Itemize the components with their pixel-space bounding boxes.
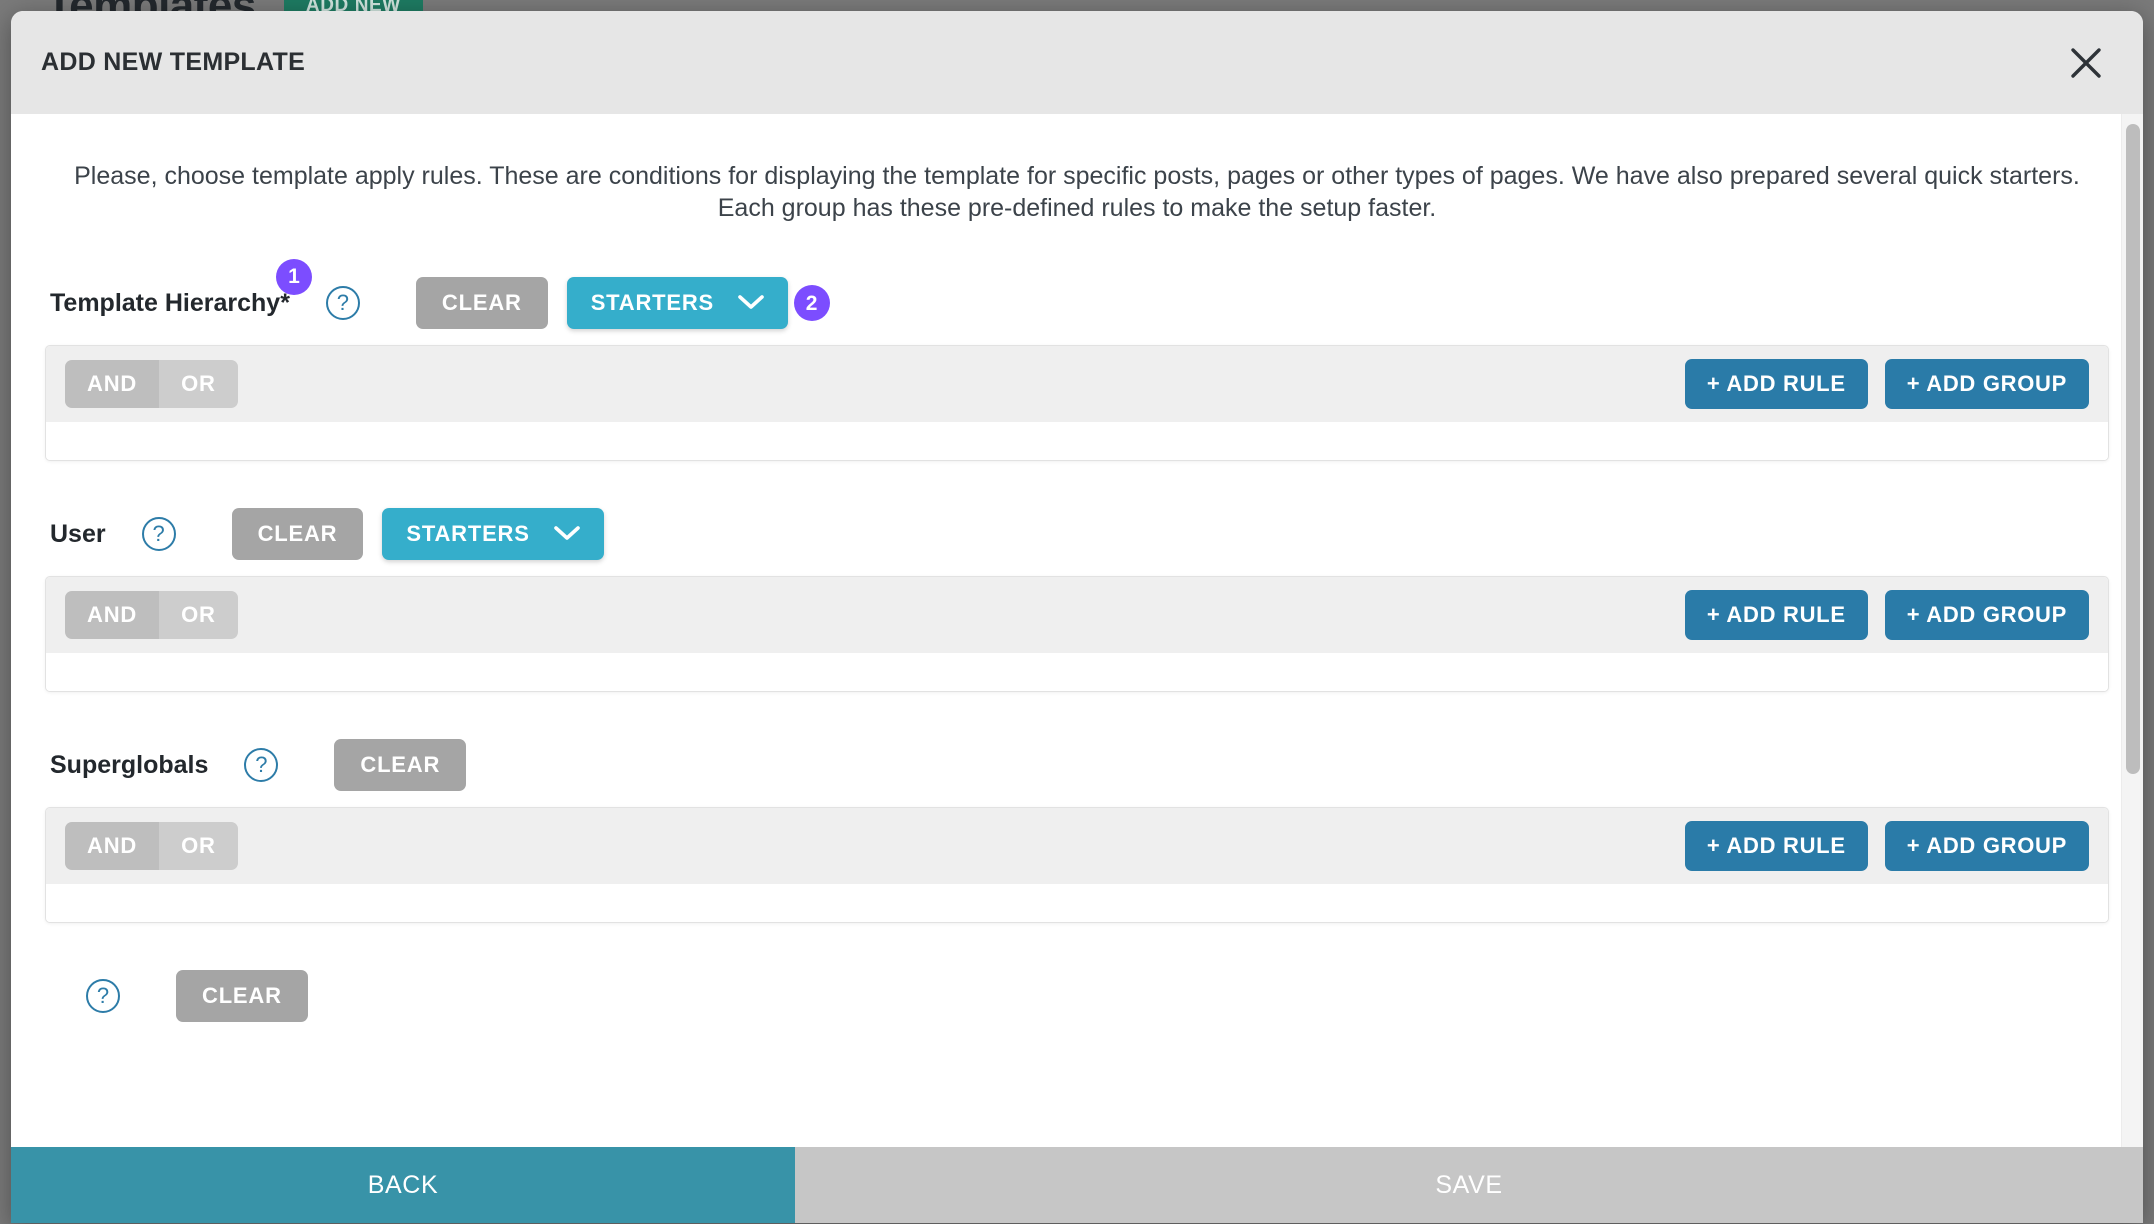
starters-dropdown-button[interactable]: STARTERS	[382, 508, 604, 560]
clear-button[interactable]: CLEAR	[231, 508, 364, 560]
starters-label: STARTERS	[590, 290, 715, 315]
section-label-text: User	[50, 519, 106, 548]
modal-title: ADD NEW TEMPLATE	[41, 48, 306, 76]
operator-or[interactable]: OR	[159, 360, 238, 408]
section-header: ? CLEAR	[45, 967, 2109, 1025]
step-badge-2: 2	[794, 285, 831, 321]
section-header: Template Hierarchy* 1 ? CLEAR STARTERS 2	[45, 258, 2109, 332]
save-button[interactable]: SAVE	[795, 1147, 2143, 1223]
rule-group-body	[46, 422, 2108, 460]
section-template-hierarchy: Template Hierarchy* 1 ? CLEAR STARTERS 2	[45, 258, 2109, 461]
rule-group-header: AND OR + ADD RULE + ADD GROUP	[46, 808, 2108, 884]
starters-label: STARTERS	[406, 521, 530, 546]
rule-group-actions: + ADD RULE + ADD GROUP	[1684, 359, 2089, 409]
clear-button[interactable]: CLEAR	[415, 277, 548, 329]
rule-group-header: AND OR + ADD RULE + ADD GROUP	[46, 346, 2108, 422]
add-group-button[interactable]: + ADD GROUP	[1884, 359, 2089, 409]
section-header: Superglobals ? CLEAR	[45, 736, 2109, 794]
rule-group-header: AND OR + ADD RULE + ADD GROUP	[46, 577, 2108, 653]
rule-group-body	[46, 884, 2108, 922]
step-badge-1: 1	[275, 258, 312, 295]
and-or-toggle[interactable]: AND OR	[65, 822, 238, 870]
operator-or[interactable]: OR	[159, 591, 238, 639]
modal-body: Please, choose template apply rules. The…	[11, 114, 2143, 1147]
modal-header: ADD NEW TEMPLATE	[11, 11, 2143, 114]
section-header: User ? CLEAR STARTERS	[45, 505, 2109, 563]
clear-button[interactable]: CLEAR	[176, 970, 308, 1022]
intro-text: Please, choose template apply rules. The…	[74, 162, 2080, 222]
chevron-down-icon	[738, 290, 764, 316]
operator-and[interactable]: AND	[65, 360, 160, 408]
rule-group: AND OR + ADD RULE + ADD GROUP	[45, 345, 2109, 461]
section-label-text: Template Hierarchy*	[50, 288, 290, 317]
clear-button[interactable]: CLEAR	[334, 739, 467, 791]
help-icon[interactable]: ?	[141, 517, 176, 551]
section-label-superglobals: Superglobals	[50, 751, 208, 780]
section-label-user: User	[50, 520, 106, 549]
rule-group-actions: + ADD RULE + ADD GROUP	[1684, 821, 2089, 871]
section-label-text: Superglobals	[50, 750, 209, 779]
add-rule-button[interactable]: + ADD RULE	[1684, 590, 1868, 640]
add-rule-button[interactable]: + ADD RULE	[1684, 821, 1868, 871]
add-group-button[interactable]: + ADD GROUP	[1884, 821, 2089, 871]
modal-footer: BACK SAVE	[11, 1147, 2143, 1223]
operator-and[interactable]: AND	[65, 822, 160, 870]
operator-or[interactable]: OR	[159, 822, 238, 870]
help-icon[interactable]: ?	[244, 748, 279, 782]
rule-group: AND OR + ADD RULE + ADD GROUP	[45, 576, 2109, 692]
section-partial-next: ? CLEAR	[45, 967, 2109, 1025]
add-group-button[interactable]: + ADD GROUP	[1884, 590, 2089, 640]
vertical-scrollbar[interactable]	[2121, 114, 2143, 1147]
section-user: User ? CLEAR STARTERS AND OR + ADD RULE …	[45, 505, 2109, 692]
close-icon[interactable]	[2059, 36, 2113, 90]
back-button[interactable]: BACK	[11, 1147, 795, 1223]
and-or-toggle[interactable]: AND OR	[65, 360, 238, 408]
chevron-down-icon	[553, 521, 580, 547]
and-or-toggle[interactable]: AND OR	[65, 591, 238, 639]
rule-group-actions: + ADD RULE + ADD GROUP	[1684, 590, 2089, 640]
add-new-template-modal: ADD NEW TEMPLATE Please, choose template…	[11, 11, 2143, 1223]
section-superglobals: Superglobals ? CLEAR AND OR + ADD RULE +…	[45, 736, 2109, 923]
rule-group-body	[46, 653, 2108, 691]
help-icon[interactable]: ?	[86, 979, 120, 1013]
help-icon[interactable]: ?	[325, 286, 360, 320]
modal-scroll-content: Please, choose template apply rules. The…	[11, 114, 2143, 1147]
rule-group: AND OR + ADD RULE + ADD GROUP	[45, 807, 2109, 923]
starters-dropdown-button[interactable]: STARTERS 2	[566, 277, 831, 329]
section-label-template-hierarchy: Template Hierarchy* 1	[50, 258, 312, 318]
scrollbar-thumb[interactable]	[2126, 124, 2140, 774]
add-rule-button[interactable]: + ADD RULE	[1684, 359, 1868, 409]
operator-and[interactable]: AND	[65, 591, 160, 639]
